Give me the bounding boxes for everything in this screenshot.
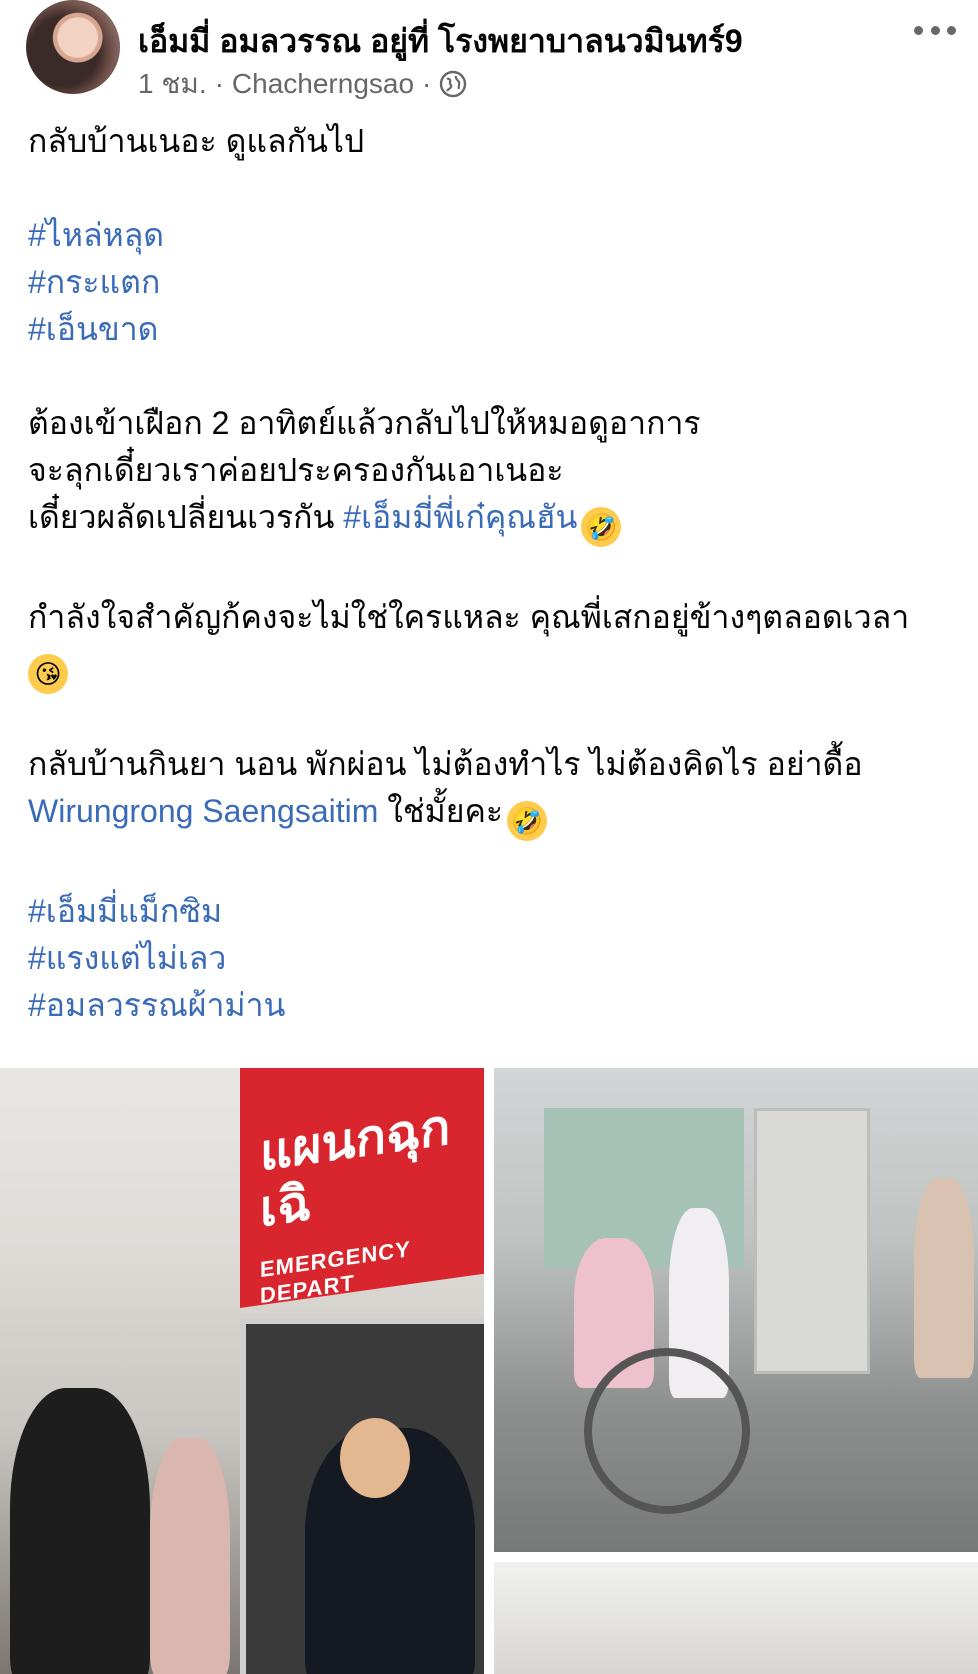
hashtag-link[interactable]: #เอ็มมี่แม็กซิม — [28, 888, 958, 935]
emergency-sign: แผนกฉุกเฉิ EMERGENCY DEPART — [240, 1068, 484, 1308]
hashtag-link[interactable]: #เอ็นขาด — [28, 306, 958, 353]
post-meta: 1 ชม. · Chacherngsao · — [138, 62, 467, 106]
kiss-emoji-icon: 😘 — [28, 654, 68, 694]
meta-separator: · — [422, 68, 432, 99]
post-line: จะลุกเดี๋ยวเราค่อยประครองกันเอาเนอะ — [28, 452, 564, 488]
post-line: เดี๋ยวผลัดเปลี่ยนเวรกัน #เอ็มมี่พี่เก๋คุ… — [28, 494, 958, 547]
post-line-text: ใช่มั้ยคะ — [378, 793, 504, 829]
post-line: Wirungrong Saengsaitim ใช่มั้ยคะ 🤣 — [28, 788, 958, 841]
post-line: 😘 — [28, 641, 958, 694]
more-dot-icon — [947, 25, 956, 35]
post-photo-2[interactable] — [494, 1068, 978, 1552]
laughing-emoji-icon: 🤣 — [507, 801, 548, 841]
sign-english-text: EMERGENCY DEPART — [260, 1236, 411, 1309]
hashtag-link[interactable]: #ไหล่หลุด — [28, 212, 958, 259]
more-dot-icon — [930, 25, 940, 35]
post-line-text: เดี๋ยวผลัดเปลี่ยนเวรกัน — [28, 499, 344, 535]
more-options-button[interactable] — [914, 18, 956, 42]
post-line: กำลังใจสำคัญก้คงจะไม่ใช่ใครแหละ คุณพี่เส… — [28, 599, 910, 635]
post-line: กลับบ้านกินยา นอน พักผ่อน ไม่ต้องทำไร ไม… — [28, 746, 863, 782]
laughing-emoji-icon: 🤣 — [581, 507, 622, 547]
post-location[interactable]: Chacherngsao — [232, 68, 414, 100]
post-text: กลับบ้านเนอะ ดูแลกันไป #ไหล่หลุด #กระแตก… — [28, 118, 958, 1029]
hashtag-link[interactable]: #เอ็มมี่พี่เก๋คุณฮัน — [343, 499, 577, 535]
hallway-door — [754, 1108, 870, 1374]
globe-icon[interactable] — [439, 70, 467, 98]
post-line: ต้องเข้าเฝือก 2 อาทิตย์แล้วกลับไปให้หมอด… — [28, 405, 701, 441]
hashtag-link[interactable]: #แรงแต่ไม่เลว — [28, 935, 958, 982]
user-mention-link[interactable]: Wirungrong Saengsaitim — [28, 793, 378, 829]
hashtag-link[interactable]: #อมลวรรณผ้าม่าน — [28, 982, 958, 1029]
person-figure — [10, 1388, 150, 1674]
wheelchair — [584, 1348, 750, 1514]
hashtag-link[interactable]: #กระแตก — [28, 259, 958, 306]
meta-separator: · — [214, 68, 224, 99]
post-line: กลับบ้านเนอะ ดูแลกันไป — [28, 123, 365, 159]
post-time[interactable]: 1 ชม. — [138, 62, 207, 106]
person-figure — [914, 1178, 974, 1378]
more-dot-icon — [914, 25, 923, 35]
person-figure — [150, 1438, 230, 1674]
sign-thai-text: แผนกฉุกเฉิ — [260, 1097, 451, 1239]
post-photo-3[interactable] — [494, 1562, 978, 1674]
person-figure — [340, 1418, 410, 1498]
post-photo-1[interactable]: แผนกฉุกเฉิ EMERGENCY DEPART — [0, 1068, 484, 1674]
author-avatar[interactable] — [26, 0, 120, 94]
author-name[interactable]: เอ็มมี่ อมลวรรณ อยู่ที่ โรงพยาบาลนวมินทร… — [138, 16, 743, 67]
